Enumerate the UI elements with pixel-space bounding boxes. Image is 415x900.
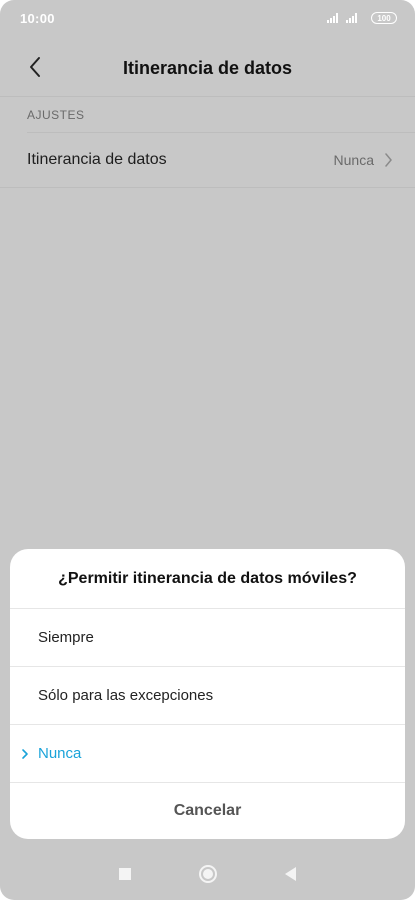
header: Itinerancia de datos — [0, 42, 415, 94]
cancel-button[interactable]: Cancelar — [10, 783, 405, 839]
status-bar: 10:00 100 — [0, 0, 415, 36]
back-button[interactable] — [22, 54, 48, 80]
chevron-right-icon — [21, 748, 31, 760]
back-triangle-icon[interactable] — [285, 867, 296, 881]
battery-level: 100 — [377, 13, 391, 23]
option-never[interactable]: Nunca — [10, 725, 405, 783]
setting-row-data-roaming[interactable]: Itinerancia de datos Nunca — [0, 133, 415, 187]
option-label: Sólo para las excepciones — [38, 687, 214, 704]
recents-square-icon[interactable] — [119, 868, 131, 880]
option-exceptions[interactable]: Sólo para las excepciones — [10, 667, 405, 725]
setting-value-wrap: Nunca — [334, 152, 393, 168]
chevron-right-icon — [385, 153, 392, 167]
signal-icon-2 — [346, 13, 357, 23]
home-circle-icon[interactable] — [199, 865, 217, 883]
navigation-bar — [0, 848, 415, 900]
chevron-left-icon — [30, 57, 40, 77]
setting-value: Nunca — [333, 152, 374, 168]
option-label: Nunca — [38, 745, 82, 762]
setting-label: Itinerancia de datos — [27, 151, 167, 168]
phone-screen: 10:00 100 Itinerancia de datos AJUSTES I… — [0, 0, 415, 900]
option-label: Siempre — [38, 629, 94, 646]
battery-icon: 100 — [371, 12, 397, 24]
signal-icon — [327, 13, 338, 23]
dialog-title: ¿Permitir itinerancia de datos móviles? — [10, 549, 405, 609]
divider — [0, 96, 415, 97]
divider — [0, 187, 415, 188]
status-time: 10:00 — [20, 10, 55, 26]
status-icons: 100 — [327, 12, 397, 24]
option-always[interactable]: Siempre — [10, 609, 405, 667]
section-label: AJUSTES — [27, 108, 85, 122]
page-title: Itinerancia de datos — [122, 57, 293, 78]
roaming-dialog: ¿Permitir itinerancia de datos móviles? … — [10, 549, 405, 839]
